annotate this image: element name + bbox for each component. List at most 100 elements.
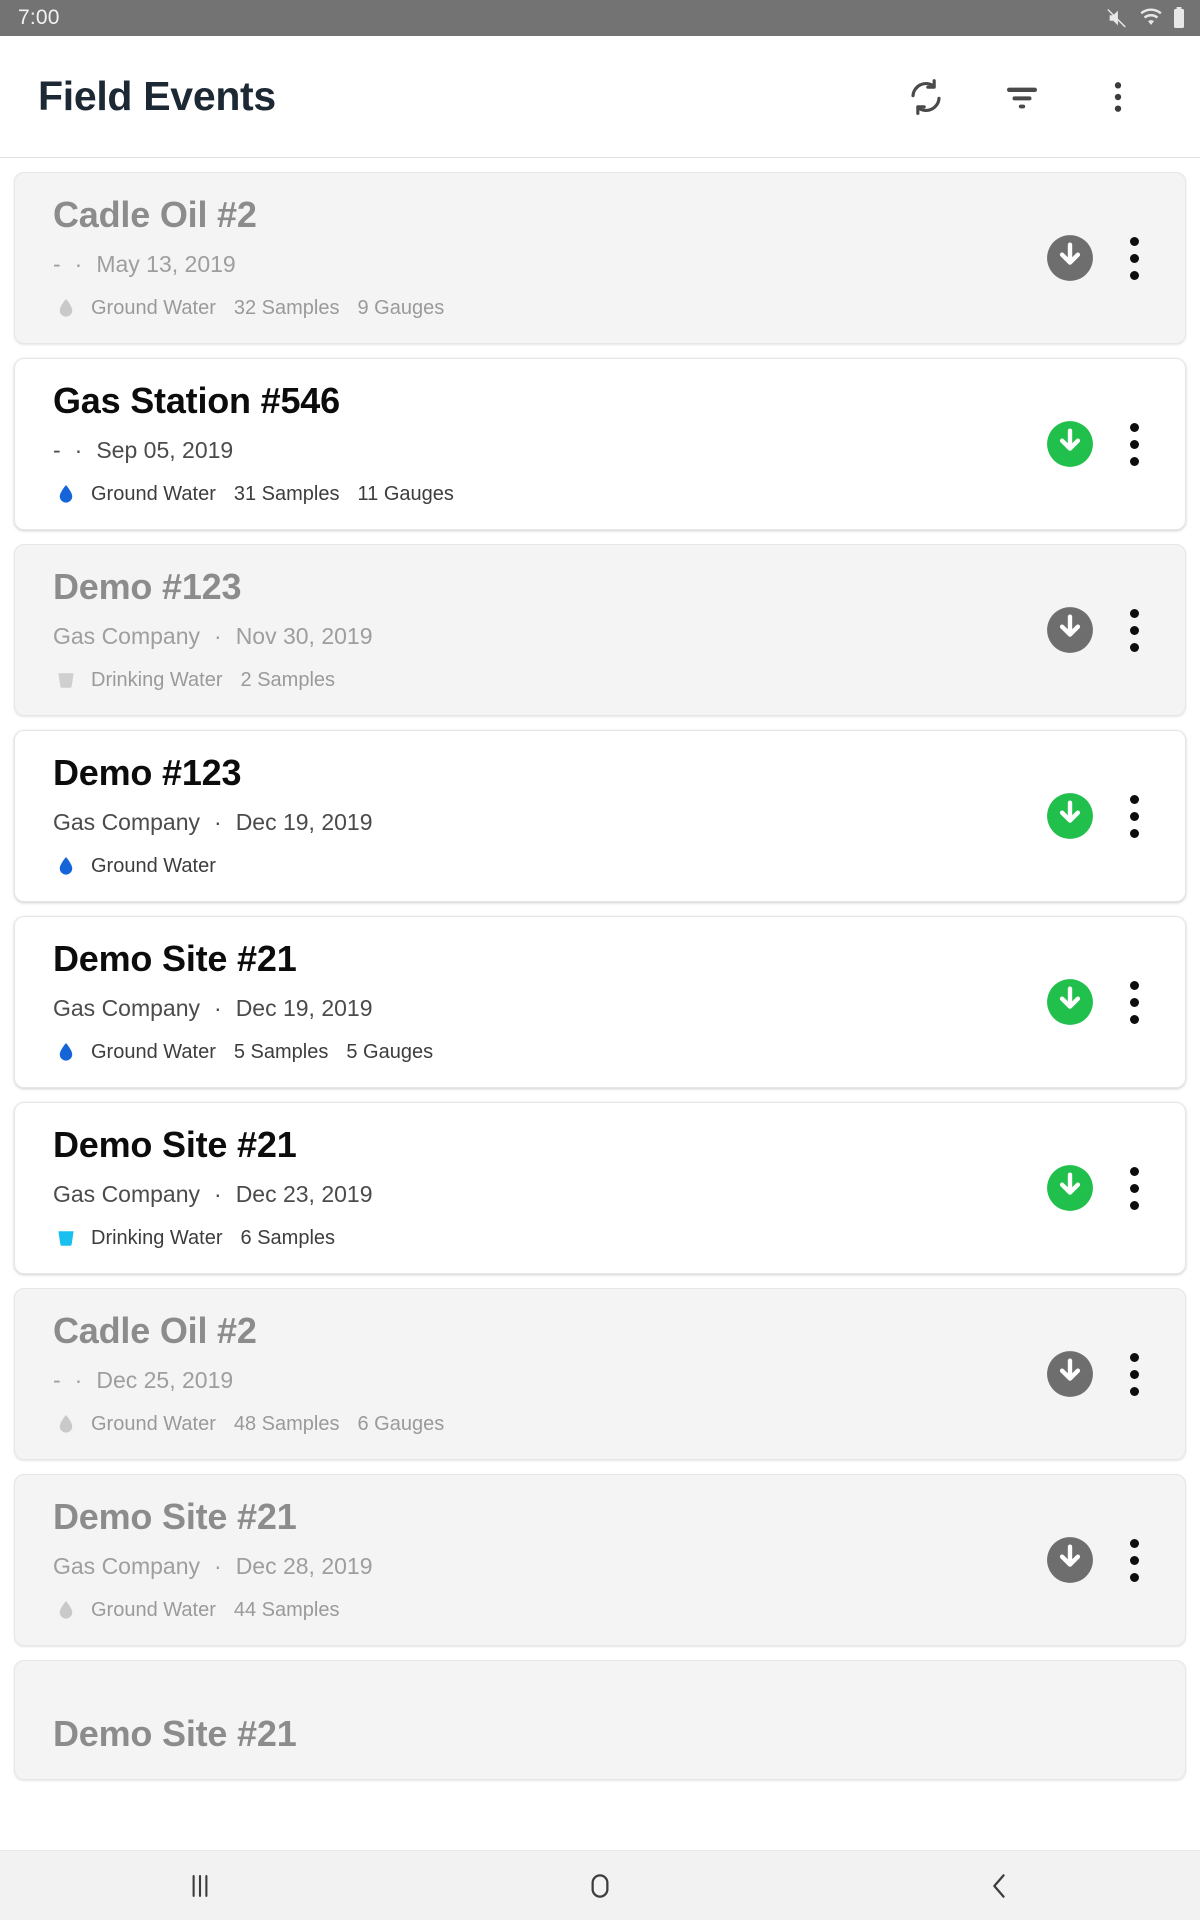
event-date: Sep 05, 2019	[96, 438, 233, 463]
status-bar-clock: 7:00	[18, 6, 60, 30]
event-subtitle: Gas Company·Nov 30, 2019	[53, 624, 1045, 649]
event-company: Gas Company	[53, 996, 200, 1021]
subtitle-separator: ·	[214, 1183, 222, 1206]
event-date: Dec 23, 2019	[236, 1182, 373, 1207]
download-circle-icon[interactable]	[1045, 1163, 1095, 1213]
event-title: Demo Site #21	[53, 938, 1045, 979]
event-card[interactable]: Demo #123Gas Company·Dec 19, 2019Ground …	[14, 730, 1186, 902]
event-subtitle: -·May 13, 2019	[53, 252, 1045, 277]
water-drop-icon	[53, 1596, 79, 1624]
card-overflow-menu-icon[interactable]	[1105, 966, 1163, 1038]
event-company: Gas Company	[53, 1182, 200, 1207]
battery-icon	[1172, 6, 1186, 30]
event-water-type: Drinking Water	[91, 1227, 223, 1249]
event-date: May 13, 2019	[96, 252, 235, 277]
mute-icon	[1104, 7, 1130, 29]
event-company: Gas Company	[53, 1554, 200, 1579]
event-card[interactable]: Demo Site #21Gas Company·Dec 19, 2019Gro…	[14, 916, 1186, 1088]
card-overflow-menu-icon[interactable]	[1105, 408, 1163, 480]
event-sample-count: 44 Samples	[234, 1599, 340, 1621]
event-sample-count: 31 Samples	[234, 483, 340, 505]
event-water-type: Ground Water	[91, 1599, 216, 1621]
event-title: Demo #123	[53, 566, 1045, 607]
event-company: Gas Company	[53, 624, 200, 649]
event-water-type: Ground Water	[91, 1413, 216, 1435]
event-card[interactable]: Cadle Oil #2-·Dec 25, 2019Ground Water48…	[14, 1288, 1186, 1460]
download-circle-icon[interactable]	[1045, 977, 1095, 1027]
drinking-glass-icon	[53, 1224, 79, 1252]
event-meta: Ground Water32 Samples9 Gauges	[53, 294, 1045, 322]
event-card-actions	[1045, 1338, 1163, 1410]
overflow-menu-icon	[1098, 77, 1138, 117]
event-card[interactable]: Cadle Oil #2 -·May 13, 2019 Ground Water32…	[14, 172, 1186, 344]
home-icon	[583, 1869, 617, 1903]
event-meta: Ground Water 44 Samples	[53, 1596, 1045, 1624]
water-drop-icon	[53, 480, 79, 508]
event-title: Demo Site #21	[53, 1496, 1045, 1537]
status-bar: 7:00	[0, 0, 1200, 36]
field-events-list[interactable]: Cadle Oil #2 -·May 13, 2019 Ground Water32…	[0, 158, 1200, 1850]
event-card[interactable]: Gas Station #546-·Sep 05, 2019Ground Wat…	[14, 358, 1186, 530]
download-circle-icon[interactable]	[1045, 1349, 1095, 1399]
event-sample-count: 6 Samples	[241, 1227, 336, 1249]
event-title: Cadle Oil #2	[53, 194, 1045, 235]
card-overflow-menu-icon[interactable]	[1105, 780, 1163, 852]
filter-icon	[1002, 77, 1042, 117]
subtitle-separator: ·	[214, 1555, 222, 1578]
event-card-body: Demo Site #21 Gas Company · Dec 28, 2019 Gro…	[53, 1496, 1045, 1624]
sync-button[interactable]	[878, 49, 974, 145]
home-button[interactable]	[525, 1851, 675, 1921]
event-card-actions	[1045, 222, 1163, 294]
event-meta: Ground Water48 Samples6 Gauges	[53, 1410, 1045, 1438]
event-card-body: Demo Site #21	[53, 1713, 1163, 1754]
event-meta: Drinking Water2 Samples	[53, 666, 1045, 694]
page-title: Field Events	[38, 73, 878, 120]
card-overflow-menu-icon[interactable]	[1105, 594, 1163, 666]
download-circle-icon[interactable]	[1045, 419, 1095, 469]
recents-button[interactable]	[125, 1851, 275, 1921]
event-meta: Drinking Water 6 Samples	[53, 1224, 1045, 1252]
event-subtitle: Gas Company · Dec 28, 2019	[53, 1554, 1045, 1579]
event-card-actions	[1045, 780, 1163, 852]
back-icon	[983, 1869, 1017, 1903]
event-card[interactable]: Demo Site #21 Gas Company · Dec 23, 2019 Dri…	[14, 1102, 1186, 1274]
event-card[interactable]: Demo #123 Gas Company·Nov 30, 2019 Drinkin…	[14, 544, 1186, 716]
download-circle-icon[interactable]	[1045, 605, 1095, 655]
event-subtitle: -·Dec 25, 2019	[53, 1368, 1045, 1393]
event-title: Demo Site #21	[53, 1124, 1045, 1165]
event-date: Dec 28, 2019	[236, 1554, 373, 1579]
event-title: Demo Site #21	[53, 1713, 1163, 1754]
sync-icon	[906, 77, 946, 117]
overflow-menu-button[interactable]	[1070, 49, 1166, 145]
event-card[interactable]: Demo Site #21	[14, 1660, 1186, 1780]
subtitle-separator: ·	[75, 439, 83, 462]
filter-button[interactable]	[974, 49, 1070, 145]
app-bar-actions	[878, 49, 1166, 145]
water-drop-icon	[53, 1410, 79, 1438]
event-card[interactable]: Demo Site #21 Gas Company · Dec 28, 2019 Gro…	[14, 1474, 1186, 1646]
event-water-type: Ground Water	[91, 483, 216, 505]
download-circle-icon[interactable]	[1045, 791, 1095, 841]
drinking-glass-icon	[53, 666, 79, 694]
back-button[interactable]	[925, 1851, 1075, 1921]
event-subtitle: Gas Company·Dec 19, 2019	[53, 810, 1045, 835]
event-date: Dec 25, 2019	[96, 1368, 233, 1393]
system-navigation-bar	[0, 1850, 1200, 1920]
event-company: Gas Company	[53, 810, 200, 835]
event-sample-count: 5 Samples	[234, 1041, 329, 1063]
event-subtitle: -·Sep 05, 2019	[53, 438, 1045, 463]
event-meta: Ground Water5 Samples5 Gauges	[53, 1038, 1045, 1066]
download-circle-icon[interactable]	[1045, 233, 1095, 283]
event-card-actions	[1045, 408, 1163, 480]
event-card-actions	[1045, 966, 1163, 1038]
card-overflow-menu-icon[interactable]	[1105, 1338, 1163, 1410]
event-meta: Ground Water	[53, 852, 1045, 880]
card-overflow-menu-icon[interactable]	[1105, 1524, 1163, 1596]
event-card-body: Cadle Oil #2-·Dec 25, 2019Ground Water48…	[53, 1310, 1045, 1438]
water-drop-icon	[53, 852, 79, 880]
card-overflow-menu-icon[interactable]	[1105, 222, 1163, 294]
event-date: Nov 30, 2019	[236, 624, 373, 649]
card-overflow-menu-icon[interactable]	[1105, 1152, 1163, 1224]
download-circle-icon[interactable]	[1045, 1535, 1095, 1585]
subtitle-separator: ·	[75, 1369, 83, 1392]
